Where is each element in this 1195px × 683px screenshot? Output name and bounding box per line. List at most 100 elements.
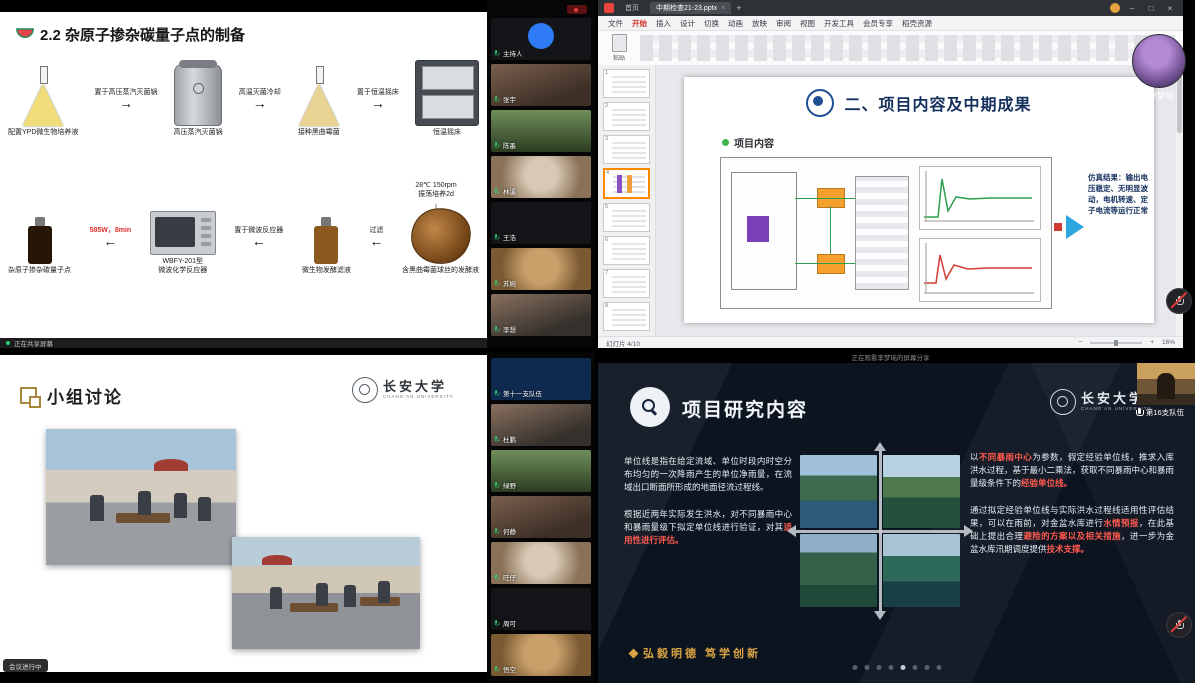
team-webcam[interactable]	[1137, 363, 1195, 405]
thumbnail-content	[612, 108, 646, 126]
paste-button[interactable]: 粘贴	[606, 34, 632, 62]
wps-body: 1 2 3 4 5 6 7 8 二、项目内容及中期成果 项目内容	[598, 65, 1183, 336]
menu-docer[interactable]: 稻壳资源	[902, 18, 932, 29]
slide-thumbnail[interactable]: 3	[603, 135, 650, 164]
menu-design[interactable]: 设计	[680, 18, 695, 29]
flow-arrow: 置于高压蒸汽灭菌锅 →	[78, 89, 173, 137]
menu-view[interactable]: 视图	[800, 18, 815, 29]
muted-mic-button[interactable]	[1166, 288, 1192, 314]
green-bullet-icon	[722, 139, 729, 146]
menu-member[interactable]: 会员专享	[863, 18, 893, 29]
close-button[interactable]: ×	[1163, 4, 1177, 13]
participant-name: 苏婉	[503, 278, 516, 288]
menu-animation[interactable]: 动画	[728, 18, 743, 29]
participant-name: 陈墨	[503, 140, 516, 150]
slide-number: 4	[606, 170, 609, 176]
flask-image	[297, 66, 341, 126]
participant-strip-top: 主持人 张宇 陈墨 林溪 王浩 苏婉 李想	[487, 0, 595, 348]
slide-thumbnail[interactable]: 5	[603, 203, 650, 232]
slide-cqd-preparation: 2.2 杂原子掺杂碳量子点的制备 配置YPD微生物培养液 置于高压蒸汽灭菌锅 →…	[0, 12, 487, 338]
ribbon-icon-cluster[interactable]	[640, 35, 1175, 61]
diagram-wire	[830, 206, 831, 254]
slide-thumbnail[interactable]: 2	[603, 102, 650, 131]
zoom-in-button[interactable]: +	[1150, 339, 1154, 346]
slide-thumbnail[interactable]: 6	[603, 236, 650, 265]
meeting-overlay-pill[interactable]: 会议进行中	[3, 659, 48, 672]
participant-tile[interactable]: 何静	[491, 496, 591, 538]
account-avatar[interactable]	[1110, 3, 1120, 13]
close-tab-icon[interactable]: ×	[721, 5, 725, 12]
menu-insert[interactable]: 插入	[656, 18, 671, 29]
person-figure	[316, 583, 328, 606]
slide-number: 1	[605, 70, 608, 76]
zoom-out-button[interactable]: −	[1078, 339, 1082, 346]
vertical-arrow-icon	[879, 445, 882, 617]
node-label: 接种黑曲霉菌	[298, 129, 340, 138]
flow-node: 接种黑曲霉菌	[297, 66, 341, 138]
blue-arrow-icon	[1066, 215, 1084, 239]
menu-file[interactable]: 文件	[608, 18, 623, 29]
participant-tile[interactable]: 林溪	[491, 156, 591, 198]
participant-tile[interactable]: 绿野	[491, 450, 591, 492]
left-arrow-icon: ←	[103, 236, 117, 246]
flask-image	[21, 66, 65, 126]
meeting-grid: 2.2 杂原子掺杂碳量子点的制备 配置YPD微生物培养液 置于高压蒸汽灭菌锅 →…	[0, 0, 1195, 683]
slide-thumbnail[interactable]: 7	[603, 269, 650, 298]
mic-icon	[494, 234, 498, 240]
document-title: 中期检查21-23.pptx	[656, 3, 717, 13]
zoom-slider[interactable]	[1090, 342, 1142, 344]
flow-arrow: 高温灭菌冷却 →	[223, 89, 297, 137]
maximize-button[interactable]: □	[1144, 4, 1158, 13]
menu-transition[interactable]: 切换	[704, 18, 719, 29]
mic-icon	[494, 528, 498, 534]
participant-tile[interactable]: 主持人	[491, 18, 591, 60]
slide-header: 二、项目内容及中期成果	[684, 89, 1154, 117]
menu-devtools[interactable]: 开发工具	[824, 18, 854, 29]
waveform-chart-top	[919, 166, 1041, 230]
slide-title: 2.2 杂原子掺杂碳量子点的制备	[40, 24, 245, 45]
presenter-avatar[interactable]	[1132, 34, 1186, 88]
tab-document[interactable]: 中期检查21-23.pptx ×	[650, 2, 731, 14]
slide-thumbnail[interactable]: 1	[603, 69, 650, 98]
menu-slideshow[interactable]: 放映	[752, 18, 767, 29]
thumbnail-content	[612, 275, 646, 293]
participant-tile[interactable]: 陈墨	[491, 110, 591, 152]
node-label: 恒温摇床	[433, 129, 461, 138]
node-label: 配置YPD微生物培养液	[8, 129, 78, 138]
waveform-chart-bottom	[919, 238, 1041, 302]
participant-tile[interactable]: 悟空	[491, 634, 591, 676]
university-name-en: CHANG'AN UNIVERSITY	[383, 395, 454, 400]
slide-thumbnail[interactable]: 8	[603, 302, 650, 331]
new-tab-button[interactable]: +	[736, 3, 741, 13]
slide-title: 二、项目内容及中期成果	[844, 91, 1031, 115]
menu-bar: 文件 开始 插入 设计 切换 动画 放映 审阅 视图 开发工具 会员专享 稻壳资…	[598, 16, 1183, 31]
menu-review[interactable]: 审阅	[776, 18, 791, 29]
zoom-percent: 16%	[1162, 339, 1175, 346]
minimize-button[interactable]: –	[1125, 4, 1139, 13]
participant-tile[interactable]: 李想	[491, 294, 591, 336]
muted-mic-button[interactable]	[1166, 612, 1192, 638]
participant-name: 旺仔	[503, 572, 516, 582]
menu-start[interactable]: 开始	[632, 18, 647, 29]
pagination-dot-active	[900, 665, 905, 670]
mic-icon	[1138, 91, 1145, 101]
slide-thumbnail-selected[interactable]: 4	[603, 168, 650, 199]
participant-tile[interactable]: 第十一支队伍	[491, 358, 591, 400]
participant-tile[interactable]: 王浩	[491, 202, 591, 244]
gold-square-icon	[20, 387, 37, 404]
participant-tile[interactable]: 旺仔	[491, 542, 591, 584]
participant-name: 何静	[503, 526, 516, 536]
flow-row-1: 配置YPD微生物培养液 置于高压蒸汽灭菌锅 → 高压蒸汽灭菌锅 高温灭菌冷却 →…	[8, 60, 479, 138]
participant-tile[interactable]: 张宇	[491, 64, 591, 106]
tab-home[interactable]: 首页	[619, 2, 645, 14]
diagram-wire	[795, 263, 855, 264]
motto-text: 弘毅明德 笃学创新	[643, 645, 761, 661]
slide-title-row: 2.2 杂原子掺杂碳量子点的制备	[16, 24, 245, 45]
participant-tile[interactable]: 苏婉	[491, 248, 591, 290]
autoclave-image	[174, 64, 222, 126]
thumbnail-content	[612, 308, 646, 326]
participant-tile[interactable]: 杜鹏	[491, 404, 591, 446]
participant-tile[interactable]: 周可	[491, 588, 591, 630]
node-label: 杂原子掺杂碳量子点	[8, 267, 71, 276]
participant-name: 绿野	[503, 480, 516, 490]
